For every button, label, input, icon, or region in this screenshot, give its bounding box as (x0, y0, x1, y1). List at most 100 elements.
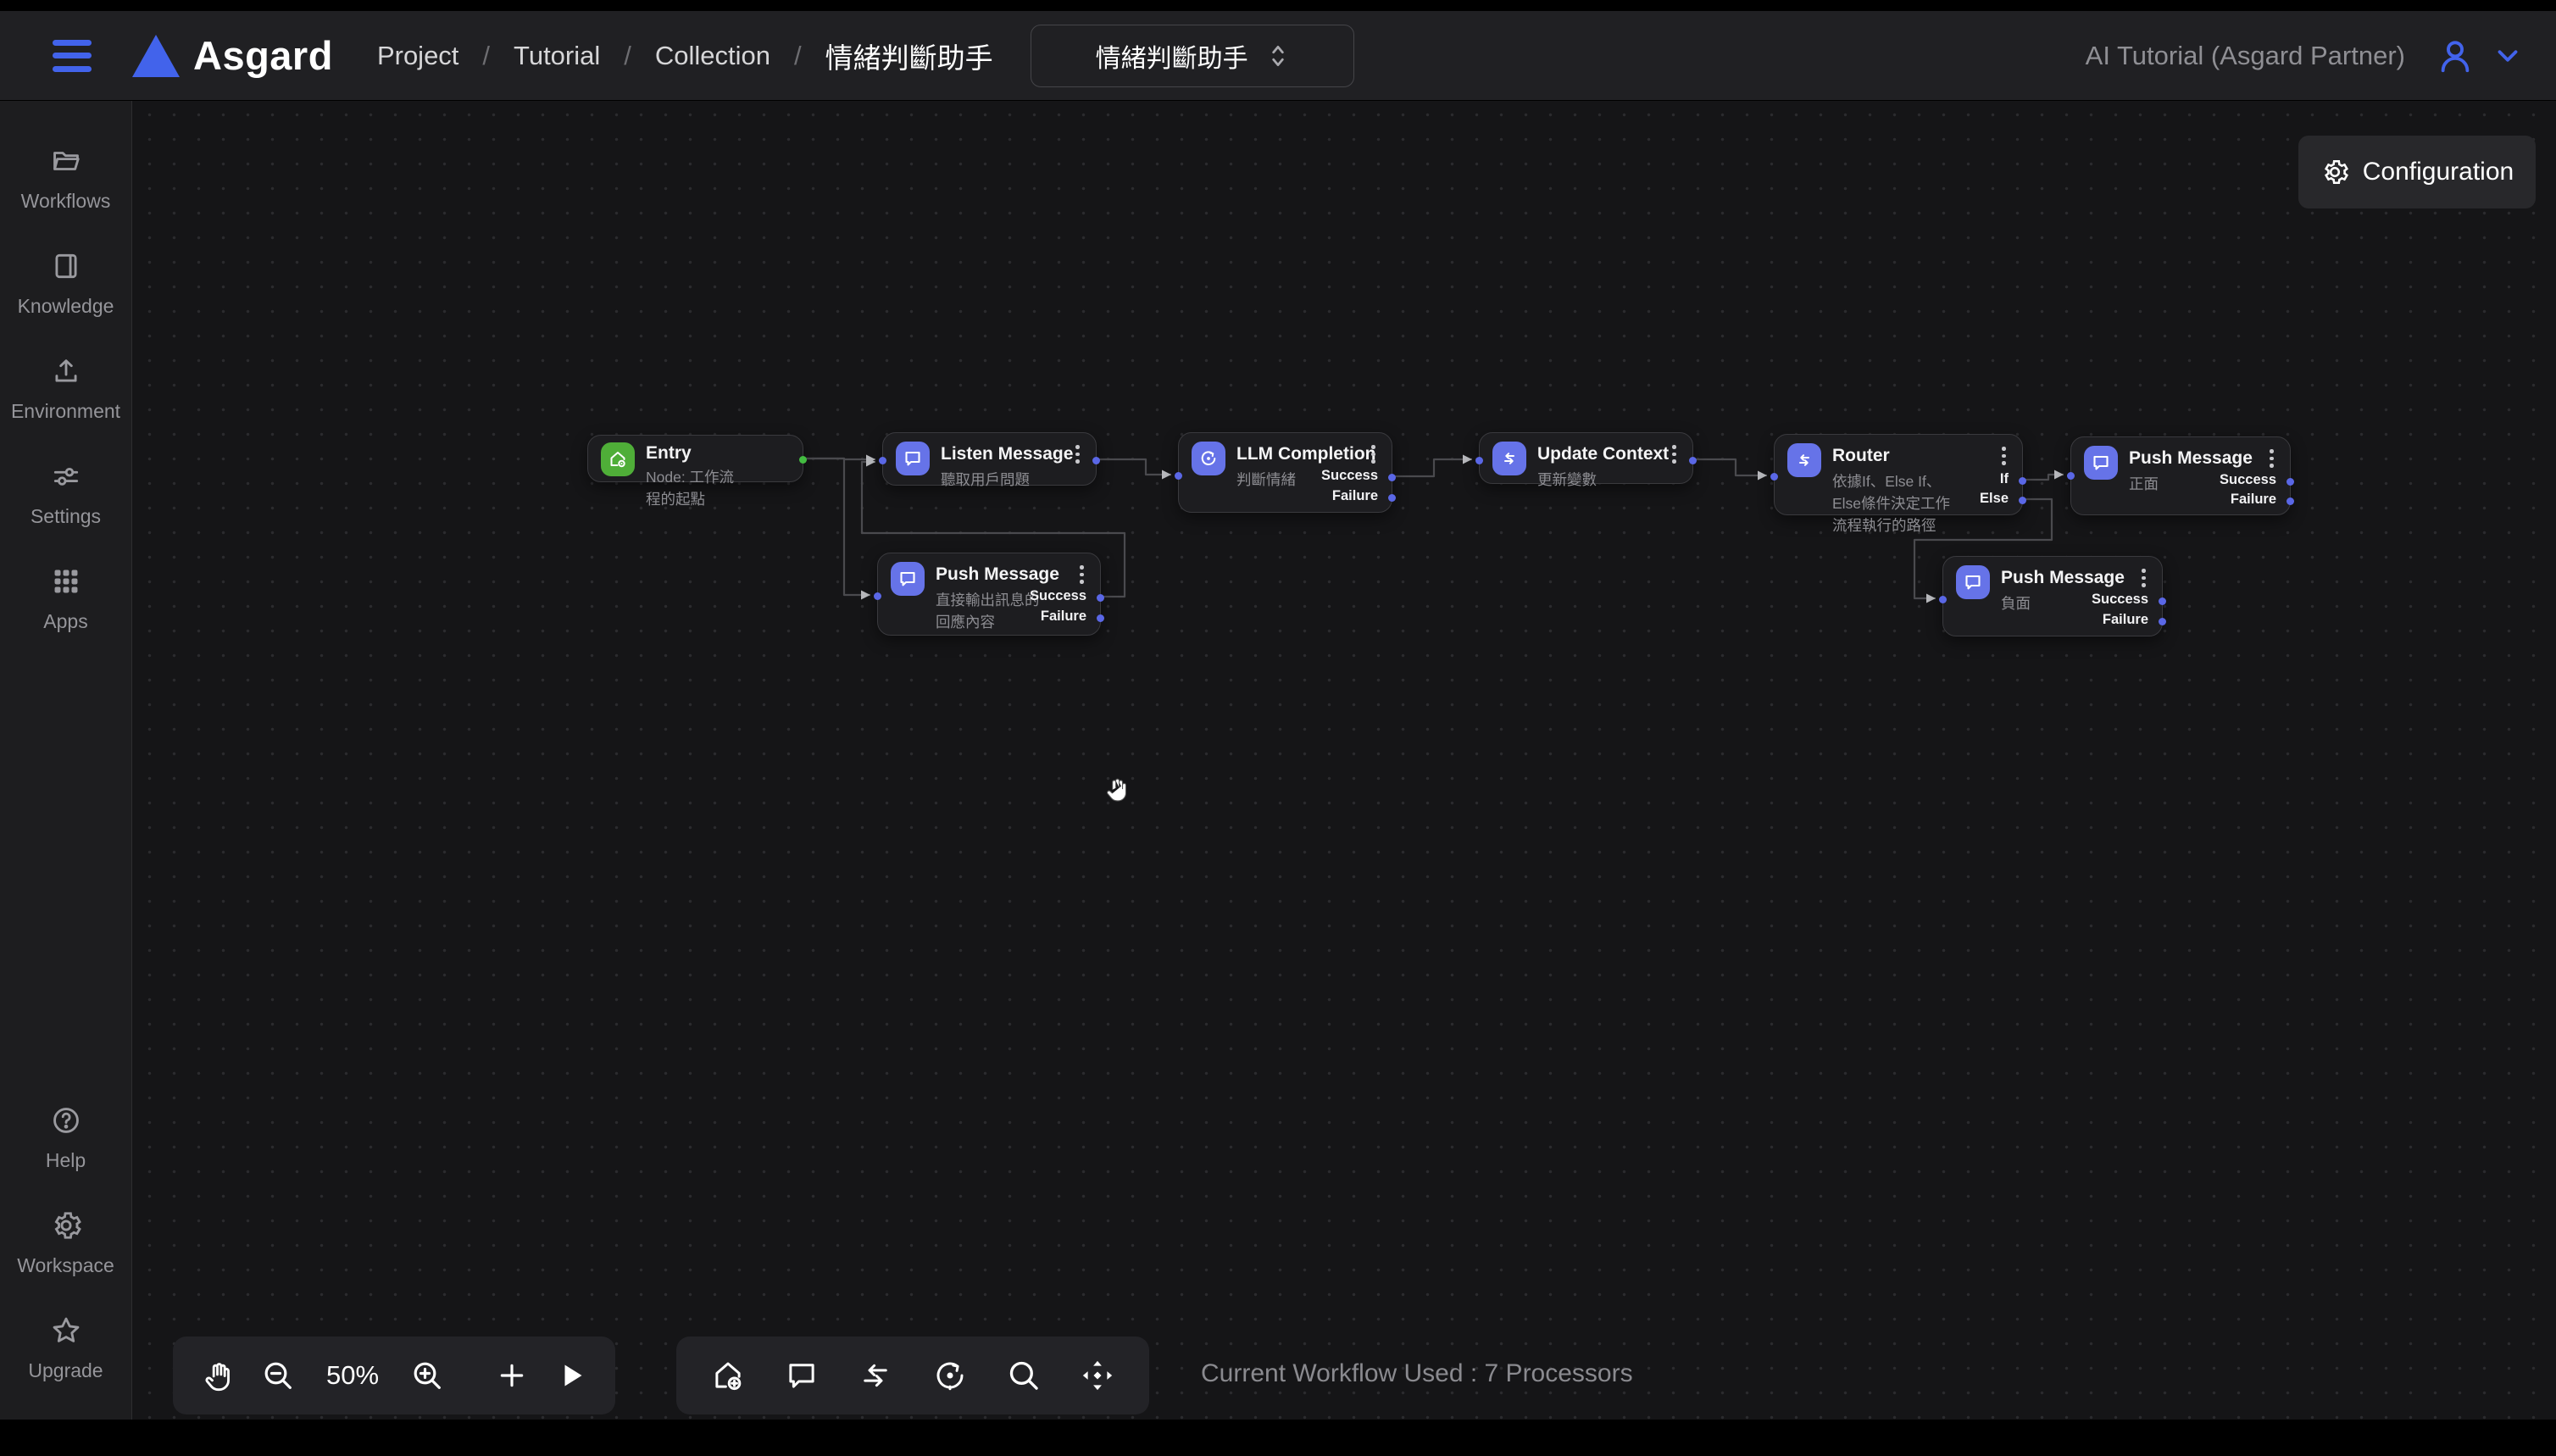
output-port[interactable] (2159, 597, 2166, 605)
book-icon (50, 250, 82, 286)
sidebar-item-knowledge[interactable]: Knowledge (0, 250, 132, 318)
breadcrumb-item-[interactable]: 情緒判斷助手 (825, 36, 993, 76)
node-menu-icon[interactable] (1080, 565, 1086, 587)
sidebar-item-workspace[interactable]: Workspace (0, 1209, 132, 1277)
sidebar-item-upgrade[interactable]: Upgrade (0, 1314, 132, 1382)
sidebar-item-apps[interactable]: Apps (0, 565, 132, 633)
gear-icon (2320, 158, 2349, 186)
account-label: AI Tutorial (Asgard Partner) (2086, 41, 2405, 71)
node-title: Listen Message (941, 444, 1073, 464)
node-subtitle: 直接輸出訊息的回應內容 (936, 589, 1041, 633)
node-title: Push Message (2001, 568, 2125, 588)
input-port[interactable] (1175, 472, 1182, 480)
run-workflow-icon[interactable] (554, 1359, 588, 1392)
message-node-icon[interactable] (784, 1358, 820, 1393)
output-port[interactable] (1689, 457, 1697, 464)
add-entry-node-icon[interactable] (710, 1358, 746, 1393)
folder-icon (50, 145, 82, 181)
message-icon (2084, 446, 2118, 480)
pan-hand-icon[interactable] (202, 1359, 236, 1392)
node-menu-icon[interactable] (2002, 447, 2009, 469)
output-port[interactable] (1097, 614, 1104, 622)
output-port[interactable] (1388, 474, 1396, 481)
message-icon (891, 562, 925, 596)
output-port[interactable] (2019, 477, 2026, 485)
input-port[interactable] (1475, 457, 1483, 464)
fit-view-icon[interactable] (1080, 1358, 1115, 1393)
node-menu-icon[interactable] (2270, 449, 2276, 471)
node-menu-icon[interactable] (2142, 569, 2148, 591)
output-port[interactable] (2287, 478, 2294, 486)
workflow-canvas[interactable] (132, 101, 2556, 1420)
output-port[interactable] (2287, 497, 2294, 505)
input-port[interactable] (874, 592, 881, 600)
workflow-selector-value: 情緒判斷助手 (1096, 37, 1248, 75)
sidebar-item-environment[interactable]: Environment (0, 355, 132, 423)
help-icon (50, 1104, 82, 1141)
sidebar-item-label: Workspace (17, 1254, 114, 1277)
input-port[interactable] (879, 457, 886, 464)
input-port[interactable] (2067, 472, 2075, 480)
sidebar-item-workflows[interactable]: Workflows (0, 145, 132, 213)
workflow-node-entry[interactable]: EntryNode: 工作流程的起點 (587, 435, 803, 482)
node-subtitle: 更新變數 (1537, 469, 1633, 491)
upload-icon (50, 355, 82, 392)
window-top-strip (0, 0, 2556, 11)
workflow-selector[interactable]: 情緒判斷助手 (1031, 25, 1354, 87)
user-icon[interactable] (2436, 36, 2475, 75)
input-port[interactable] (1939, 596, 1947, 603)
chevron-down-icon[interactable] (2492, 40, 2524, 72)
menu-icon[interactable] (53, 40, 92, 72)
workflow-node-push-message-negative[interactable]: Push Message 負面Success Failure (1942, 556, 2163, 636)
breadcrumb-item-collection[interactable]: Collection (655, 41, 770, 71)
output-port-label: Success (2092, 592, 2148, 608)
workflow-node-push-message-positive[interactable]: Push Message正面SuccessFailure (2070, 436, 2291, 515)
swap-node-icon[interactable] (858, 1358, 893, 1393)
output-port-label: Failure (2231, 492, 2276, 508)
add-icon[interactable] (495, 1359, 529, 1392)
swap-icon (1787, 443, 1821, 477)
canvas-zoom-toolbar: 50% (173, 1337, 615, 1414)
node-menu-icon[interactable] (1371, 445, 1378, 467)
sidebar-item-help[interactable]: Help (0, 1104, 132, 1172)
sidebar-item-label: Knowledge (18, 295, 114, 318)
workflow-node-router[interactable]: Router依據If、Else If、Else條件決定工作流程執行的路徑IfEl… (1774, 434, 2023, 515)
search-icon[interactable] (1006, 1358, 1042, 1393)
zoom-level-value[interactable]: 50% (320, 1360, 385, 1391)
node-menu-icon[interactable] (1075, 445, 1082, 467)
top-navigation-bar: Asgard Project/Tutorial/Collection/情緒判斷助… (0, 11, 2556, 101)
output-port-label: Success (1030, 588, 1086, 604)
input-port[interactable] (1770, 473, 1778, 481)
output-port[interactable] (1388, 494, 1396, 502)
node-menu-icon[interactable] (1672, 445, 1679, 467)
output-port[interactable] (2019, 497, 2026, 504)
output-port[interactable] (799, 456, 807, 464)
brand-name: Asgard (193, 32, 333, 79)
node-title: Update Context (1537, 444, 1669, 464)
breadcrumb-item-tutorial[interactable]: Tutorial (514, 41, 600, 71)
node-subtitle: 負面 (2001, 592, 2103, 614)
configuration-label: Configuration (2363, 158, 2514, 186)
sidebar-item-settings[interactable]: Settings (0, 460, 132, 528)
zoom-in-icon[interactable] (410, 1359, 444, 1392)
workflow-node-listen-message[interactable]: Listen Message聽取用戶問題 (882, 432, 1097, 486)
breadcrumb-separator: / (794, 41, 802, 71)
breadcrumb-item-project[interactable]: Project (377, 41, 458, 71)
output-port[interactable] (2159, 618, 2166, 625)
node-subtitle: 判斷情緒 (1236, 469, 1332, 491)
configuration-button[interactable]: Configuration (2298, 136, 2536, 208)
workflow-node-llm-completion[interactable]: LLM Completion判斷情緒SuccessFailure (1178, 432, 1392, 513)
output-port[interactable] (1097, 594, 1104, 602)
output-port[interactable] (1092, 457, 1100, 464)
node-title: Router (1832, 446, 1890, 466)
zoom-out-icon[interactable] (261, 1359, 295, 1392)
star-icon (50, 1314, 82, 1351)
node-title: Entry (646, 443, 692, 464)
gear-icon (50, 1209, 82, 1246)
workflow-node-update-context[interactable]: Update Context更新變數 (1479, 432, 1693, 484)
workflow-node-push-message-reply[interactable]: Push Message直接輸出訊息的回應內容SuccessFailure (877, 553, 1101, 636)
llm-node-icon[interactable] (932, 1358, 968, 1393)
output-port-label: Failure (2103, 612, 2148, 628)
node-title: Push Message (2129, 448, 2253, 469)
sidebar-item-label: Workflows (21, 190, 111, 213)
